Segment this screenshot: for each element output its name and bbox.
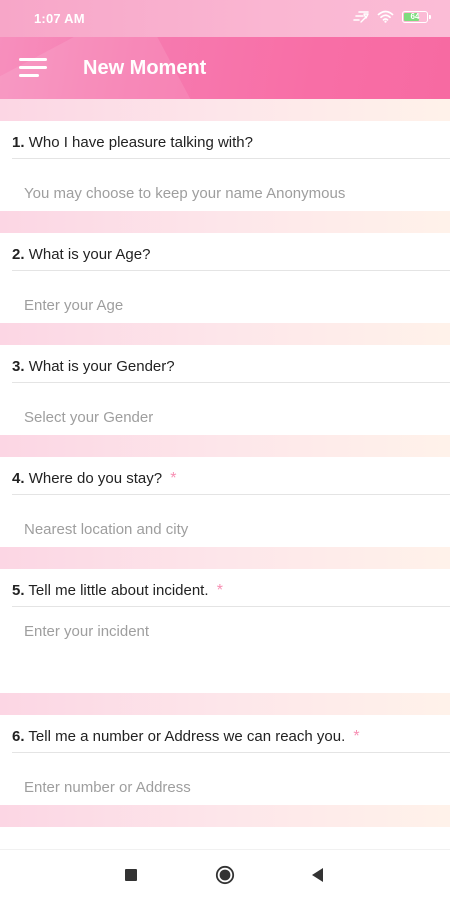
question-number: 6. xyxy=(12,728,25,745)
question-label: 5. Tell me little about incident. * xyxy=(12,569,450,607)
section-divider xyxy=(0,547,450,569)
age-input[interactable] xyxy=(12,271,450,323)
question-card-6: 6. Tell me a number or Address we can re… xyxy=(0,715,450,805)
question-text: What is your Gender? xyxy=(28,358,175,375)
status-icons: 64 xyxy=(353,10,431,23)
battery-level: 64 xyxy=(410,11,420,21)
question-card-4: 4. Where do you stay? * xyxy=(0,457,450,547)
home-icon[interactable] xyxy=(215,865,235,885)
question-label: 3. What is your Gender? xyxy=(12,345,450,383)
question-number: 1. xyxy=(12,134,25,151)
signal-icon xyxy=(353,10,369,23)
recent-apps-icon[interactable] xyxy=(121,865,141,885)
question-card-3: 3. What is your Gender? xyxy=(0,345,450,435)
question-number: 2. xyxy=(12,246,25,263)
question-number: 4. xyxy=(12,470,25,487)
form: 1. Who I have pleasure talking with? 2. … xyxy=(0,99,450,827)
required-asterisk: * xyxy=(216,582,223,599)
status-time: 1:07 AM xyxy=(34,11,85,26)
question-card-1: 1. Who I have pleasure talking with? xyxy=(0,121,450,211)
incident-textarea[interactable] xyxy=(12,607,450,693)
required-asterisk: * xyxy=(170,470,177,487)
question-number: 3. xyxy=(12,358,25,375)
hamburger-menu-icon[interactable] xyxy=(19,57,47,79)
location-input[interactable] xyxy=(12,495,450,547)
question-text: Tell me little about incident. xyxy=(28,582,209,599)
question-label: 4. Where do you stay? * xyxy=(12,457,450,495)
page-title: New Moment xyxy=(83,57,207,79)
gender-select[interactable] xyxy=(12,383,450,435)
section-divider xyxy=(0,435,450,457)
system-nav-bar xyxy=(0,849,450,900)
question-card-5: 5. Tell me little about incident. * xyxy=(0,569,450,693)
section-divider xyxy=(0,805,450,827)
name-input[interactable] xyxy=(12,159,450,211)
battery-icon: 64 xyxy=(402,10,431,23)
question-card-2: 2. What is your Age? xyxy=(0,233,450,323)
section-divider xyxy=(0,99,450,121)
section-divider xyxy=(0,323,450,345)
section-divider xyxy=(0,211,450,233)
question-number: 5. xyxy=(12,582,25,599)
wifi-icon xyxy=(377,10,394,23)
section-divider xyxy=(0,693,450,715)
required-asterisk: * xyxy=(353,728,360,745)
question-text: Tell me a number or Address we can reach… xyxy=(28,728,346,745)
back-icon[interactable] xyxy=(308,865,328,885)
question-label: 1. Who I have pleasure talking with? xyxy=(12,121,450,159)
question-label: 2. What is your Age? xyxy=(12,233,450,271)
question-text: Where do you stay? xyxy=(28,470,163,487)
question-text: Who I have pleasure talking with? xyxy=(28,134,253,151)
contact-input[interactable] xyxy=(12,753,450,805)
status-bar: 1:07 AM 64 xyxy=(0,0,450,37)
app-bar: New Moment xyxy=(0,37,450,99)
question-label: 6. Tell me a number or Address we can re… xyxy=(12,715,450,753)
question-text: What is your Age? xyxy=(28,246,151,263)
